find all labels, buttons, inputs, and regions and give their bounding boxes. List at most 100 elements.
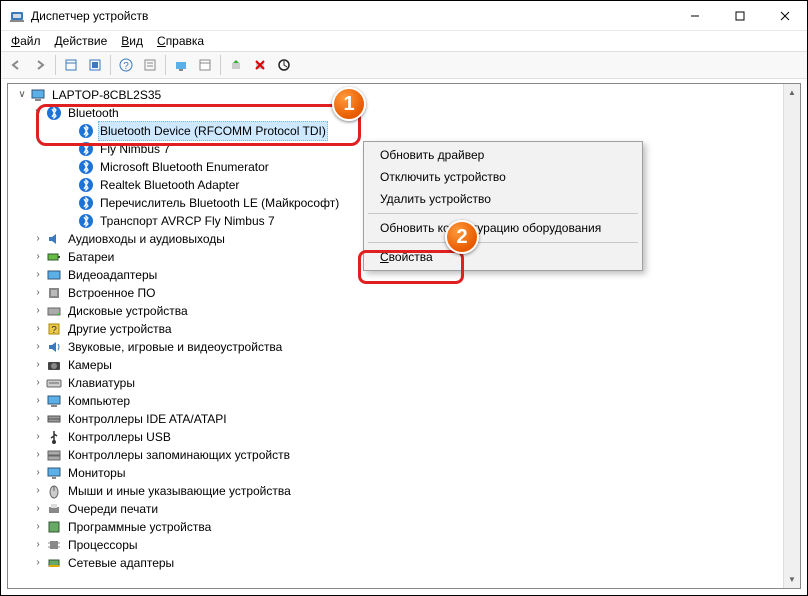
tree-label: LAPTOP-8CBL2S35 xyxy=(50,86,163,104)
expand-icon[interactable]: › xyxy=(32,377,44,389)
tree-category[interactable]: › Встроенное ПО xyxy=(12,284,800,302)
software-device-icon xyxy=(46,519,62,535)
expand-icon[interactable]: › xyxy=(32,557,44,569)
tree-category[interactable]: › Процессоры xyxy=(12,536,800,554)
expand-icon[interactable]: › xyxy=(32,269,44,281)
toolbar-icon[interactable] xyxy=(60,54,82,76)
tree-category[interactable]: ›? Другие устройства xyxy=(12,320,800,338)
menu-action[interactable]: Действие xyxy=(49,32,114,50)
device-tree-panel: ▲ ▼ ∨ LAPTOP-8CBL2S35 ∨ Bluetooth Blueto… xyxy=(7,83,801,589)
expand-icon[interactable]: › xyxy=(32,287,44,299)
toolbar-icon[interactable] xyxy=(84,54,106,76)
scan-hardware-icon[interactable] xyxy=(170,54,192,76)
display-adapter-icon xyxy=(46,267,62,283)
context-menu-properties[interactable]: Свойства xyxy=(366,246,640,268)
mouse-icon xyxy=(46,483,62,499)
back-button[interactable] xyxy=(5,54,27,76)
tree-label: Контроллеры USB xyxy=(66,428,173,446)
battery-icon xyxy=(46,249,62,265)
collapse-icon[interactable]: ∨ xyxy=(16,89,28,101)
properties-icon[interactable] xyxy=(194,54,216,76)
ide-controller-icon xyxy=(46,411,62,427)
tree-label: Очереди печати xyxy=(66,500,160,518)
close-button[interactable] xyxy=(762,1,807,30)
help-icon[interactable]: ? xyxy=(115,54,137,76)
tree-category[interactable]: ›Мониторы xyxy=(12,464,800,482)
context-menu-uninstall[interactable]: Удалить устройство xyxy=(366,188,640,210)
expand-icon[interactable]: › xyxy=(32,521,44,533)
keyboard-icon xyxy=(46,375,62,391)
monitor-icon xyxy=(46,465,62,481)
forward-button[interactable] xyxy=(29,54,51,76)
expand-icon[interactable]: › xyxy=(32,503,44,515)
bluetooth-icon xyxy=(78,123,94,139)
menu-view[interactable]: Вид xyxy=(115,32,149,50)
expand-icon[interactable]: › xyxy=(32,305,44,317)
toolbar: ? xyxy=(1,51,807,79)
expand-icon[interactable]: › xyxy=(32,539,44,551)
context-menu-scan[interactable]: Обновить конфигурацию оборудования xyxy=(366,217,640,239)
usb-icon xyxy=(46,429,62,445)
expand-icon[interactable]: › xyxy=(32,233,44,245)
expand-icon[interactable]: › xyxy=(32,413,44,425)
tree-category[interactable]: › Камеры xyxy=(12,356,800,374)
bluetooth-icon xyxy=(78,159,94,175)
tree-label: Другие устройства xyxy=(66,320,174,338)
tree-label: Перечислитель Bluetooth LE (Майкрософт) xyxy=(98,194,341,212)
print-queue-icon xyxy=(46,501,62,517)
tree-item-bluetooth-device[interactable]: Bluetooth Device (RFCOMM Protocol TDI) xyxy=(12,122,800,140)
tree-category[interactable]: › Контроллеры IDE ATA/ATAPI xyxy=(12,410,800,428)
expand-icon[interactable]: › xyxy=(32,359,44,371)
minimize-button[interactable] xyxy=(672,1,717,30)
tree-label: Батареи xyxy=(66,248,116,266)
tree-category[interactable]: ›Программные устройства xyxy=(12,518,800,536)
expand-icon[interactable]: › xyxy=(32,431,44,443)
tree-category-bluetooth[interactable]: ∨ Bluetooth xyxy=(12,104,800,122)
maximize-button[interactable] xyxy=(717,1,762,30)
menu-bar: Файл Действие Вид Справка xyxy=(1,31,807,51)
expand-icon[interactable]: › xyxy=(32,467,44,479)
bluetooth-icon xyxy=(78,177,94,193)
tree-label: Процессоры xyxy=(66,536,140,554)
firmware-icon xyxy=(46,285,62,301)
tree-root[interactable]: ∨ LAPTOP-8CBL2S35 xyxy=(12,86,800,104)
tree-label: Встроенное ПО xyxy=(66,284,157,302)
menu-file[interactable]: Файл xyxy=(5,32,47,50)
disk-icon xyxy=(46,303,62,319)
tree-label: Fly Nimbus 7 xyxy=(98,140,172,158)
menu-help[interactable]: Справка xyxy=(151,32,210,50)
tree-category[interactable]: › Дисковые устройства xyxy=(12,302,800,320)
expand-icon[interactable]: › xyxy=(32,341,44,353)
tree-label: Контроллеры запоминающих устройств xyxy=(66,446,292,464)
tree-label: Камеры xyxy=(66,356,114,374)
tree-category[interactable]: ›Мыши и иные указывающие устройства xyxy=(12,482,800,500)
tree-category[interactable]: ›Сетевые адаптеры xyxy=(12,554,800,572)
bluetooth-icon xyxy=(78,213,94,229)
tree-category[interactable]: ›Компьютер xyxy=(12,392,800,410)
expand-icon[interactable]: › xyxy=(32,395,44,407)
tree-label: Контроллеры IDE ATA/ATAPI xyxy=(66,410,229,428)
tree-label: Bluetooth Device (RFCOMM Protocol TDI) xyxy=(98,121,328,141)
expand-icon[interactable]: › xyxy=(32,251,44,263)
tree-label: Транспорт AVRCP Fly Nimbus 7 xyxy=(98,212,277,230)
tree-category[interactable]: › Контроллеры запоминающих устройств xyxy=(12,446,800,464)
collapse-icon[interactable]: ∨ xyxy=(32,107,44,119)
tree-category[interactable]: › Звуковые, игровые и видеоустройства xyxy=(12,338,800,356)
disable-icon[interactable] xyxy=(273,54,295,76)
toolbar-icon[interactable] xyxy=(139,54,161,76)
svg-text:?: ? xyxy=(51,325,57,336)
tree-category[interactable]: › Клавиатуры xyxy=(12,374,800,392)
app-icon xyxy=(9,8,25,24)
tree-category[interactable]: › Очереди печати xyxy=(12,500,800,518)
tree-label: Дисковые устройства xyxy=(66,302,190,320)
expand-icon[interactable]: › xyxy=(32,449,44,461)
context-menu-update-driver[interactable]: Обновить драйвер xyxy=(366,144,640,166)
tree-label: Клавиатуры xyxy=(66,374,137,392)
context-menu-disable[interactable]: Отключить устройство xyxy=(366,166,640,188)
tree-category[interactable]: › Контроллеры USB xyxy=(12,428,800,446)
expand-icon[interactable]: › xyxy=(32,485,44,497)
expand-icon[interactable]: › xyxy=(32,323,44,335)
update-driver-icon[interactable] xyxy=(225,54,247,76)
tree-label: Звуковые, игровые и видеоустройства xyxy=(66,338,284,356)
uninstall-icon[interactable] xyxy=(249,54,271,76)
